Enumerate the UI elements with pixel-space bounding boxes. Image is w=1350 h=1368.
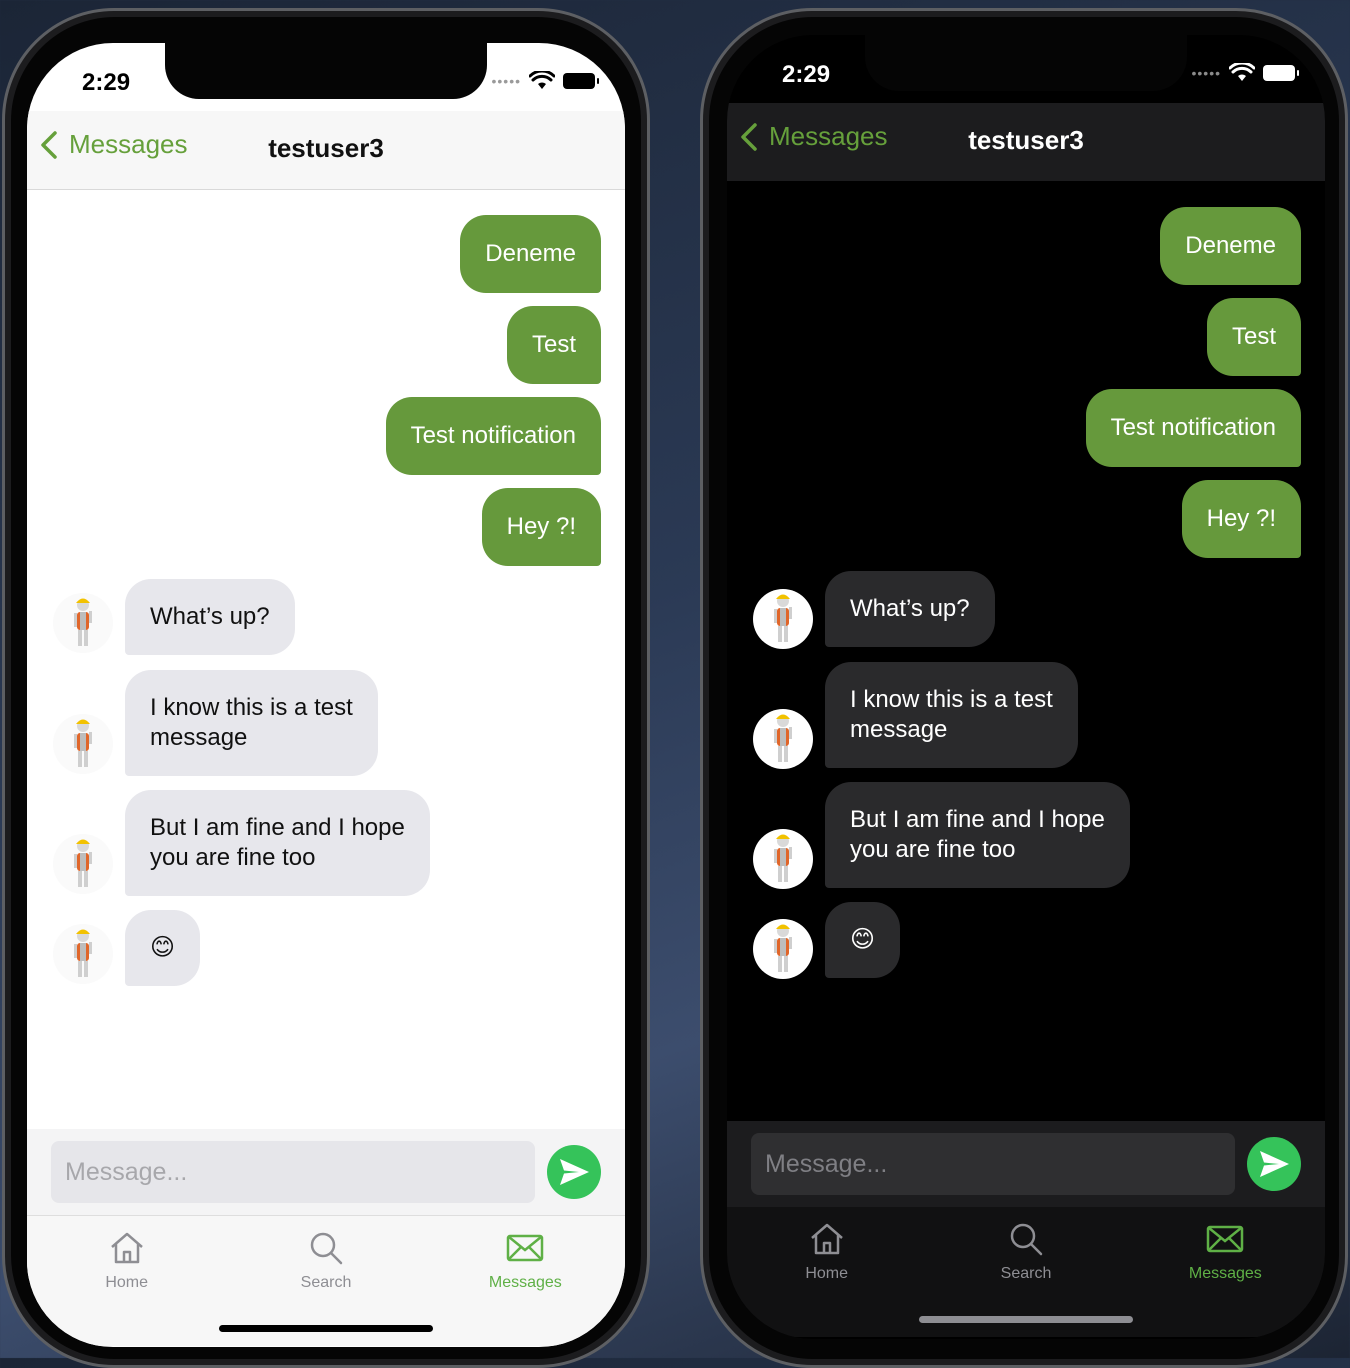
signal-icon: ••••• [1191, 65, 1221, 81]
avatar[interactable] [753, 709, 813, 769]
avatar[interactable] [53, 593, 113, 653]
chat-thread: Deneme Test Test notification Hey ?! Wha… [27, 189, 625, 1129]
incoming-message[interactable]: But I am fine and I hope you are fine to… [125, 790, 430, 896]
wifi-icon [529, 71, 555, 89]
avatar[interactable] [753, 829, 813, 889]
magnifier-icon [1010, 1223, 1043, 1256]
outgoing-message[interactable]: Test notification [385, 397, 601, 475]
message-text: you are fine too [850, 836, 1016, 863]
avatar[interactable] [53, 924, 113, 984]
page-title: testuser3 [968, 125, 1084, 155]
incoming-message[interactable]: What’s up? [125, 579, 295, 655]
send-icon [560, 1159, 589, 1185]
tab-label: Home [105, 1274, 148, 1291]
message-text: What’s up? [850, 595, 970, 622]
battery-icon [563, 73, 599, 89]
nav-bar: Messages testuser3 [727, 103, 1325, 181]
tab-bar: Home Search Messages [27, 1215, 625, 1346]
worker-avatar-icon [74, 929, 92, 977]
chat-thread: Deneme Test Test notification Hey ?! Wha… [727, 181, 1325, 1121]
tab-label: Messages [1188, 1265, 1262, 1282]
avatar[interactable] [753, 589, 813, 649]
avatar[interactable] [753, 919, 813, 979]
status-indicators: ••••• [1191, 63, 1299, 83]
incoming-message[interactable]: 😊 [825, 902, 901, 978]
worker-avatar-icon [774, 714, 792, 762]
phone-dark: 2:29 ••••• Messages testuser3 Deneme Tes… [700, 8, 1348, 1368]
tab-bar: Home Search Messages [727, 1207, 1325, 1337]
battery-icon [1263, 65, 1299, 81]
worker-avatar-icon [774, 924, 792, 972]
worker-avatar-icon [774, 834, 792, 882]
nav-bar: Messages testuser3 [27, 111, 625, 190]
message-text: What’s up? [150, 603, 270, 630]
house-icon [110, 1232, 143, 1264]
message-text: But I am fine and I hope [850, 806, 1105, 833]
avatar[interactable] [53, 834, 113, 894]
message-composer [27, 1129, 625, 1215]
status-time: 2:29 [82, 69, 131, 96]
tab-home[interactable]: Home [727, 1207, 926, 1337]
envelope-icon [507, 1234, 544, 1262]
message-input[interactable] [751, 1133, 1235, 1195]
magnifier-icon [310, 1232, 343, 1265]
message-text: But I am fine and I hope [150, 814, 405, 841]
message-input[interactable] [51, 1141, 535, 1203]
tab-messages[interactable]: Messages [1126, 1207, 1325, 1337]
wifi-icon [1229, 63, 1255, 81]
tab-label: Search [1000, 1265, 1052, 1282]
home-indicator[interactable] [919, 1316, 1133, 1323]
screen-light: 2:29 ••••• Messages testuser3 Deneme Tes… [27, 43, 625, 1347]
outgoing-message[interactable]: Deneme [460, 215, 601, 293]
status-time: 2:29 [782, 61, 831, 88]
message-text: you are fine too [150, 844, 316, 871]
incoming-message[interactable]: But I am fine and I hope you are fine to… [825, 782, 1130, 888]
outgoing-message[interactable]: Test [1206, 298, 1301, 376]
worker-avatar-icon [74, 839, 92, 887]
incoming-message[interactable]: What’s up? [825, 571, 995, 647]
home-indicator[interactable] [219, 1325, 433, 1332]
status-indicators: ••••• [491, 71, 599, 91]
worker-avatar-icon [774, 594, 792, 642]
signal-icon: ••••• [491, 73, 521, 89]
message-text: I know this is a test [850, 686, 1053, 713]
message-composer [727, 1121, 1325, 1207]
tab-label: Home [805, 1265, 848, 1282]
outgoing-message[interactable]: Deneme [1160, 207, 1301, 285]
tab-label: Search [300, 1274, 352, 1291]
outgoing-message[interactable]: Test [506, 306, 601, 384]
avatar[interactable] [53, 714, 113, 774]
send-icon [1260, 1151, 1289, 1177]
message-text: message [850, 716, 948, 743]
notch [165, 43, 487, 99]
house-icon [810, 1223, 843, 1255]
tab-label: Messages [488, 1274, 562, 1291]
page-title: testuser3 [268, 133, 384, 163]
tab-messages[interactable]: Messages [426, 1216, 625, 1346]
incoming-message[interactable]: I know this is a test message [825, 662, 1078, 768]
send-button[interactable] [547, 1145, 601, 1199]
message-text: I know this is a test [150, 694, 353, 721]
outgoing-message[interactable]: Hey ?! [1181, 480, 1301, 558]
tab-home[interactable]: Home [27, 1216, 226, 1346]
worker-avatar-icon [74, 598, 92, 646]
outgoing-message[interactable]: Hey ?! [481, 488, 601, 566]
notch [865, 35, 1187, 91]
message-text: 😊 [850, 926, 876, 953]
message-text: 😊 [150, 934, 176, 961]
envelope-icon [1207, 1225, 1244, 1253]
incoming-message[interactable]: 😊 [125, 910, 201, 986]
phone-light: 2:29 ••••• Messages testuser3 Deneme Tes… [2, 8, 650, 1368]
outgoing-message[interactable]: Test notification [1085, 389, 1301, 467]
incoming-message[interactable]: I know this is a test message [125, 670, 378, 776]
send-button[interactable] [1247, 1137, 1301, 1191]
message-text: message [150, 724, 248, 751]
screen-dark: 2:29 ••••• Messages testuser3 Deneme Tes… [727, 35, 1325, 1339]
worker-avatar-icon [74, 719, 92, 767]
